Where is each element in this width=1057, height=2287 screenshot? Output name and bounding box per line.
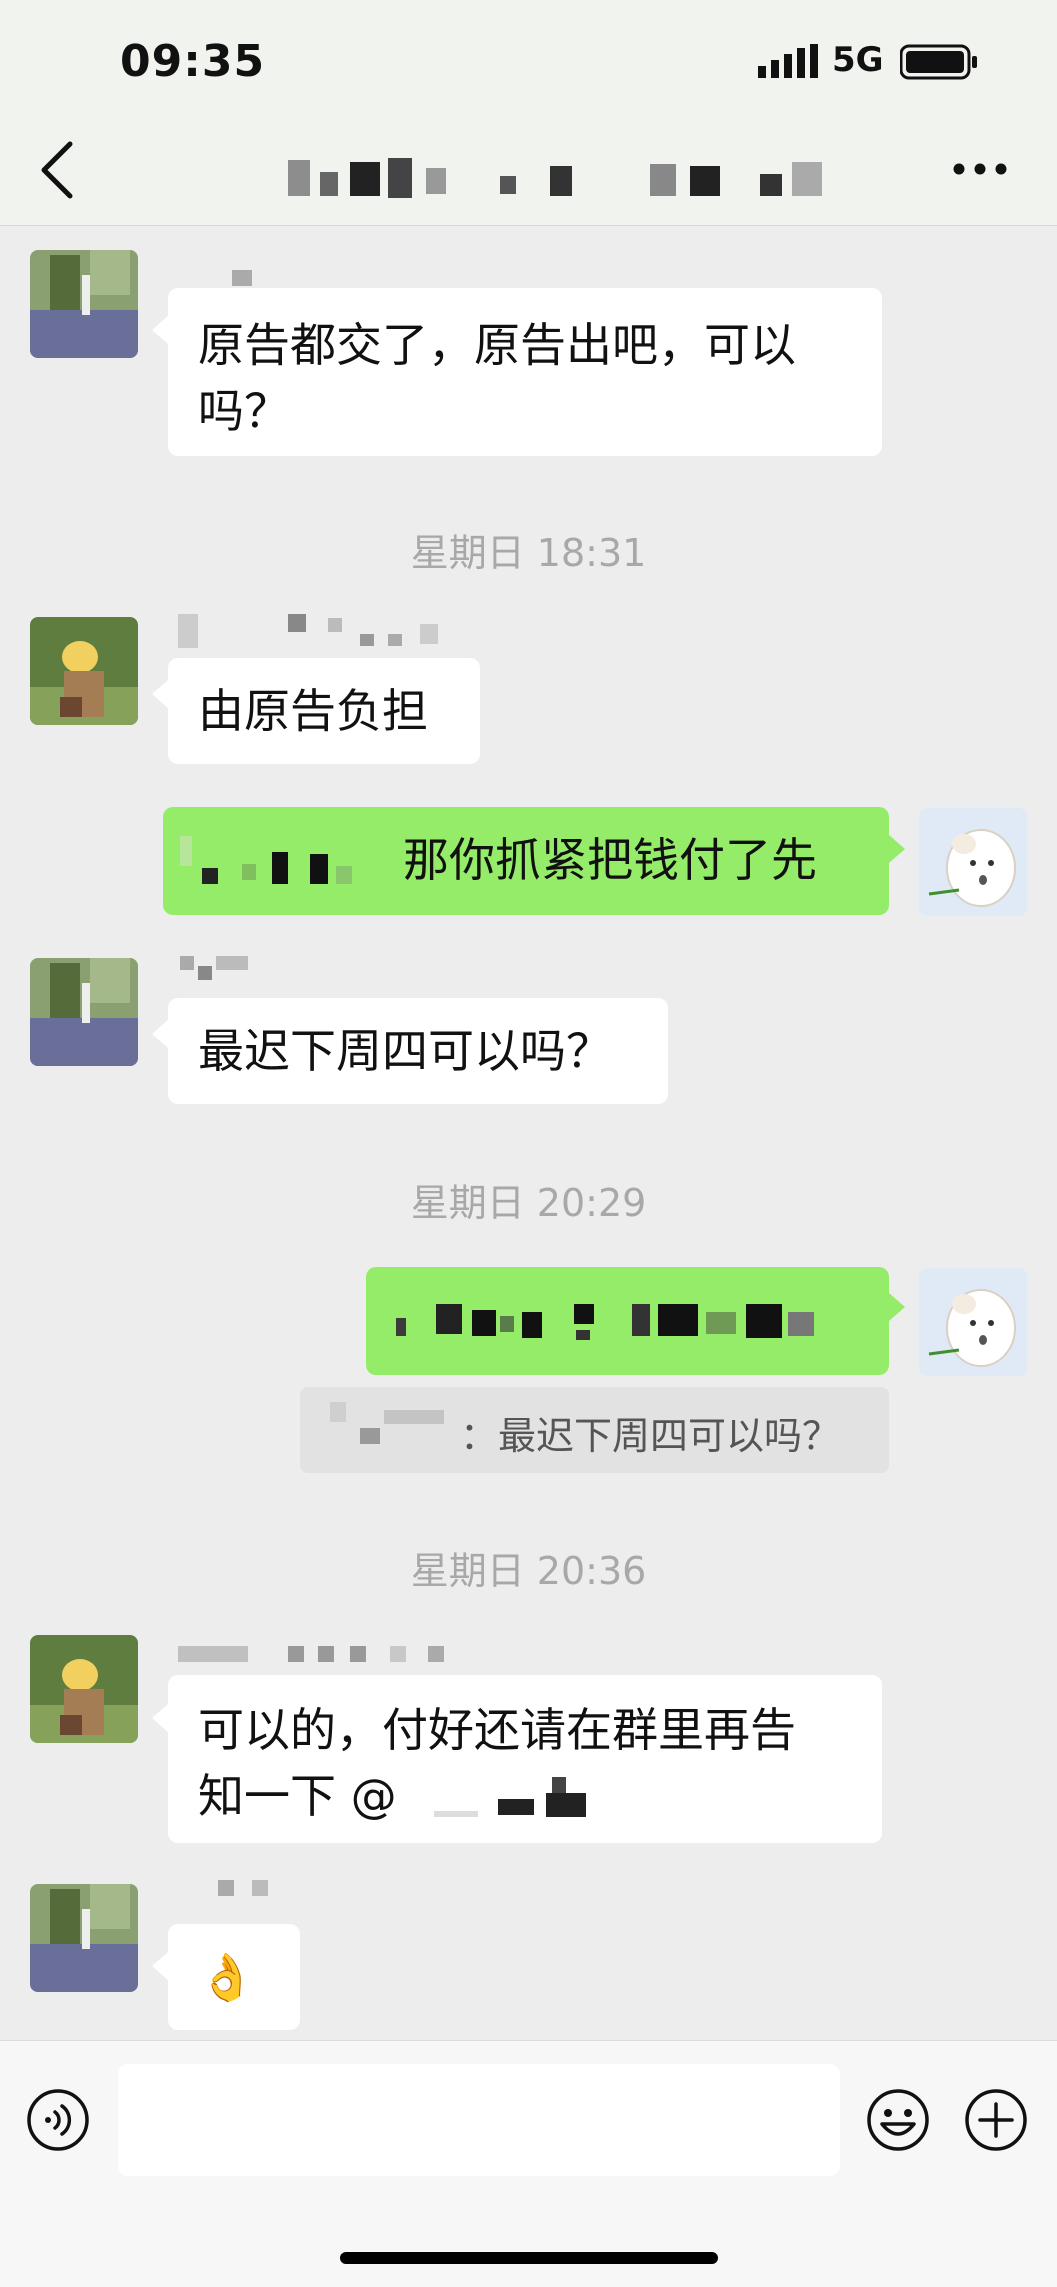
sender-name-redacted <box>180 956 248 980</box>
sender-name-redacted <box>178 1646 444 1662</box>
timestamp: 星期日 18:31 <box>410 531 647 575</box>
quoted-text: 最迟下周四可以吗？ <box>498 1414 841 1458</box>
avatar-garden[interactable] <box>30 1884 138 1992</box>
message-bubble[interactable]: 👌 <box>168 1924 300 2030</box>
mention-prefix: 知一下 @ <box>198 1769 397 1823</box>
plus-icon[interactable] <box>964 2088 1028 2152</box>
sender-name-redacted <box>178 614 438 648</box>
message-text: 可以的，付好还请在群里再告 <box>198 1703 796 1757</box>
bubble-tail <box>152 1952 168 1980</box>
message-text-redacted <box>396 1304 814 1340</box>
message-text: 由原告负担 <box>198 684 428 738</box>
bubble-tail <box>152 1020 168 1048</box>
battery-icon <box>900 44 977 80</box>
bubble-tail <box>152 1704 168 1732</box>
bubble-tail <box>152 680 168 708</box>
bubble-tail <box>889 835 905 863</box>
sender-name-redacted <box>218 1880 268 1896</box>
signal-icon <box>758 44 818 78</box>
bubble-tail <box>152 316 168 344</box>
message-bubble[interactable]: 原告都交了，原告出吧，可以 吗？ <box>168 288 882 456</box>
emoji-icon[interactable] <box>866 2088 930 2152</box>
status-time: 09:35 <box>120 36 266 87</box>
avatar-cartoon-sheep[interactable] <box>919 1268 1027 1376</box>
message-text: 吗？ <box>198 384 290 438</box>
message-bubble[interactable]: 最迟下周四可以吗？ <box>168 998 668 1104</box>
chevron-left-icon[interactable] <box>38 140 78 200</box>
message-input[interactable] <box>118 2064 840 2176</box>
avatar-garden[interactable] <box>30 958 138 1066</box>
mention-redacted <box>434 1777 586 1817</box>
network-label: 5G <box>832 40 884 80</box>
sender-name-redacted <box>232 270 252 286</box>
more-dots-icon[interactable] <box>952 162 1008 176</box>
avatar-cartoon-sheep[interactable] <box>919 808 1027 916</box>
voice-icon[interactable] <box>26 2088 90 2152</box>
timestamp: 星期日 20:29 <box>410 1181 647 1225</box>
quote-separator: ： <box>460 1414 499 1458</box>
message-bubble[interactable]: 可以的，付好还请在群里再告 知一下 @ <box>168 1675 882 1843</box>
avatar-garden[interactable] <box>30 250 138 358</box>
chat-title-redacted <box>288 158 822 198</box>
message-line: 知一下 @ <box>198 1763 852 1829</box>
message-text: 原告都交了，原告出吧，可以 <box>198 318 796 372</box>
message-text: 最迟下周四可以吗？ <box>198 1024 612 1078</box>
timestamp: 星期日 20:36 <box>410 1549 647 1593</box>
message-text: 那你抓紧把钱付了先 <box>403 833 817 887</box>
message-text-redacted <box>180 836 352 884</box>
avatar-figure[interactable] <box>30 1635 138 1743</box>
bubble-tail <box>889 1293 905 1321</box>
quoted-name-redacted <box>330 1402 444 1444</box>
message-text: 👌 <box>198 1950 256 2004</box>
message-bubble[interactable]: 由原告负担 <box>168 658 480 764</box>
avatar-figure[interactable] <box>30 617 138 725</box>
home-indicator <box>340 2252 718 2264</box>
